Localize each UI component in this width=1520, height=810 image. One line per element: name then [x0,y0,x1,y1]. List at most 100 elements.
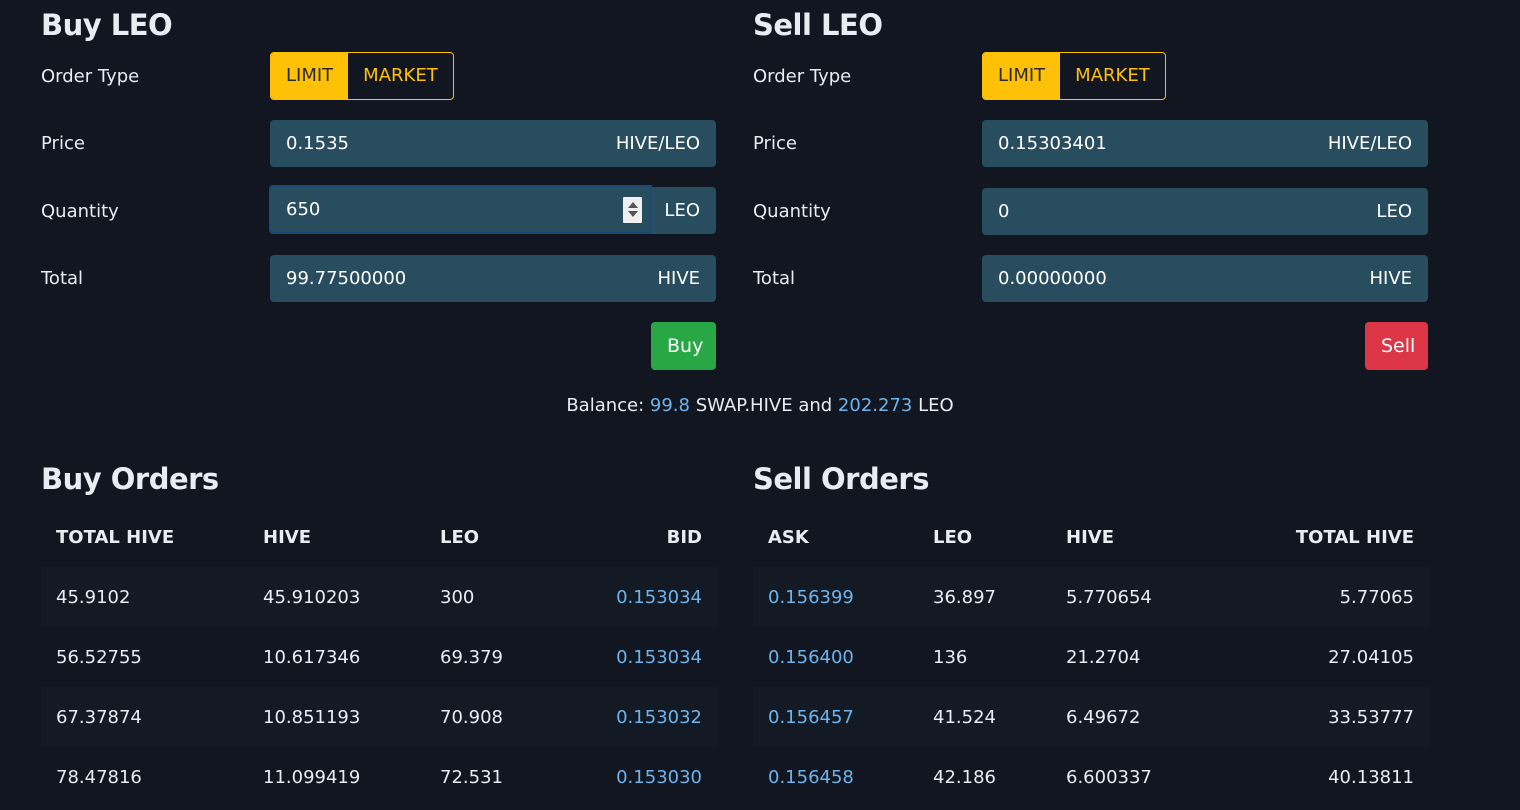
order-type-label: Order Type [41,66,140,87]
total-label: Total [753,268,796,289]
leo-symbol: LEO [918,395,954,416]
quantity-label: Quantity [41,201,119,222]
leo-cell: 69.379 [440,646,503,668]
hive-cell: 11.099419 [263,766,361,788]
table-row[interactable]: 56.52755 10.617346 69.379 0.153034 [41,627,717,687]
leo-cell: 300 [425,567,555,627]
column-header: TOTAL HIVE [1295,526,1414,548]
price-label: Price [753,133,797,154]
buy-market-button[interactable]: MARKET [348,53,453,99]
total-hive-cell: 5.77065 [1216,567,1429,627]
table-row[interactable]: 78.47816 11.099419 72.531 0.153030 [41,747,717,807]
total-hive-cell: 78.47816 [56,766,142,788]
table-header-row: ASK LEO HIVE TOTAL HIVE [753,507,1429,567]
sell-limit-button[interactable]: LIMIT [983,53,1061,99]
table-row[interactable]: 0.156458 42.186 6.600337 40.13811 [753,747,1429,807]
buy-quantity-value: 650 [286,199,321,220]
sell-price-input[interactable]: 0.15303401 HIVE/LEO [982,120,1428,167]
hive-balance[interactable]: 99.8 [650,395,690,416]
bid-link[interactable]: 0.153034 [554,567,717,627]
balance-joiner: and [798,395,833,416]
spinner-down-icon[interactable] [627,211,638,217]
column-header: LEO [440,526,480,548]
hive-cell: 10.851193 [248,687,425,747]
price-label: Price [41,133,85,154]
sell-price-unit: HIVE/LEO [1327,133,1412,154]
hive-cell: 6.49672 [1051,687,1217,747]
balance-line: Balance: 99.8 SWAP.HIVE and 202.273 LEO [0,395,1520,416]
total-hive-cell: 33.53777 [1216,687,1429,747]
leo-balance[interactable]: 202.273 [838,395,912,416]
sell-total-input[interactable]: 0.00000000 HIVE [982,255,1428,302]
hive-cell: 45.910203 [248,567,425,627]
ask-link[interactable]: 0.156457 [753,687,918,747]
table-row[interactable]: 0.156400 136 21.2704 27.04105 [753,627,1429,687]
ask-link[interactable]: 0.156399 [753,567,918,627]
balance-prefix: Balance: [566,395,645,416]
column-header: HIVE [263,526,311,548]
ask-link[interactable]: 0.156400 [753,627,918,687]
buy-quantity-input[interactable]: 650 [269,185,652,234]
sell-quantity-input[interactable]: 0 LEO [982,188,1428,235]
buy-total-value: 99.77500000 [286,268,407,289]
leo-cell: 72.531 [440,766,503,788]
buy-orders-table: TOTAL HIVE HIVE LEO BID 45.9102 45.91020… [41,507,717,807]
leo-cell: 42.186 [933,766,996,788]
total-label: Total [41,268,84,289]
column-header: BID [666,526,702,548]
hive-cell: 5.770654 [1051,567,1217,627]
sell-market-button[interactable]: MARKET [1060,53,1165,99]
buy-limit-button[interactable]: LIMIT [271,53,349,99]
ask-link[interactable]: 0.156458 [753,747,918,807]
hive-cell: 21.2704 [1066,646,1141,668]
table-row[interactable]: 0.156399 36.897 5.770654 5.77065 [753,567,1429,627]
sell-price-value: 0.15303401 [998,133,1107,154]
sell-button[interactable]: Sell [1365,322,1428,370]
hive-cell: 10.617346 [263,646,361,668]
column-header: HIVE [1066,526,1114,548]
buy-panel-title: Buy LEO [41,8,173,42]
sell-order-type-toggle: LIMIT MARKET [982,52,1166,100]
buy-button[interactable]: Buy [651,322,716,370]
table-header-row: TOTAL HIVE HIVE LEO BID [41,507,717,567]
buy-quantity-unit: LEO [652,187,716,234]
leo-cell: 70.908 [425,687,555,747]
buy-order-type-toggle: LIMIT MARKET [270,52,454,100]
buy-orders-title: Buy Orders [41,462,219,496]
buy-quantity-group: 650 LEO [269,185,716,234]
sell-total-value: 0.00000000 [998,268,1107,289]
sell-orders-title: Sell Orders [753,462,929,496]
sell-quantity-unit: LEO [1376,201,1412,222]
quantity-label: Quantity [753,201,831,222]
hive-cell: 6.600337 [1066,766,1152,788]
table-row[interactable]: 67.37874 10.851193 70.908 0.153032 [41,687,717,747]
leo-cell: 136 [933,646,968,668]
sell-panel-title: Sell LEO [753,8,883,42]
column-header: ASK [768,526,809,548]
total-hive-cell: 40.13811 [1328,766,1414,788]
buy-price-input[interactable]: 0.1535 HIVE/LEO [270,120,716,167]
number-spinner-icon[interactable] [623,196,642,223]
bid-link[interactable]: 0.153032 [554,687,717,747]
column-header: LEO [933,526,973,548]
bid-link[interactable]: 0.153034 [555,627,717,687]
buy-price-unit: HIVE/LEO [615,133,700,154]
total-hive-cell: 27.04105 [1328,646,1414,668]
total-hive-cell: 56.52755 [56,646,142,668]
table-row[interactable]: 45.9102 45.910203 300 0.153034 [41,567,717,627]
sell-orders-table: ASK LEO HIVE TOTAL HIVE 0.156399 36.897 … [753,507,1429,807]
order-type-label: Order Type [753,66,852,87]
column-header: TOTAL HIVE [56,526,175,548]
hive-symbol: SWAP.HIVE [695,395,793,416]
sell-quantity-value: 0 [998,201,1010,222]
buy-price-value: 0.1535 [286,133,349,154]
bid-link[interactable]: 0.153030 [555,747,717,807]
table-row[interactable]: 0.156457 41.524 6.49672 33.53777 [753,687,1429,747]
spinner-up-icon[interactable] [627,202,638,208]
total-hive-cell: 67.37874 [41,687,248,747]
buy-total-input[interactable]: 99.77500000 HIVE [270,255,716,302]
buy-total-unit: HIVE [657,268,700,289]
total-hive-cell: 45.9102 [41,567,248,627]
sell-total-unit: HIVE [1369,268,1412,289]
leo-cell: 36.897 [918,567,1051,627]
